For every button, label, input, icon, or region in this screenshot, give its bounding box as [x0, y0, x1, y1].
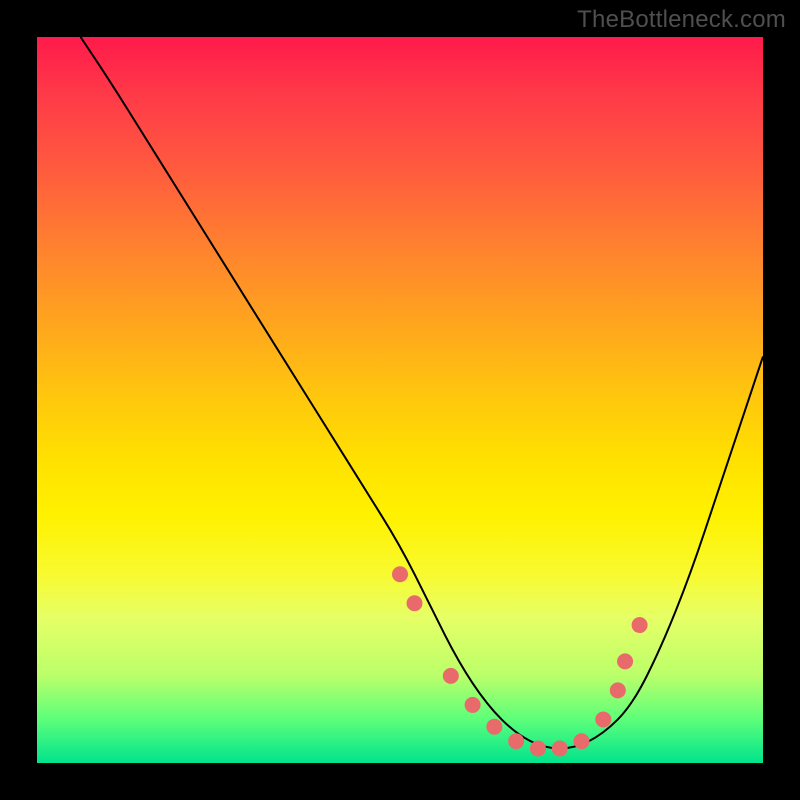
- marker-dot: [574, 733, 590, 749]
- markers-layer: [37, 37, 763, 763]
- marker-dot: [632, 617, 648, 633]
- marker-dots-group: [392, 566, 648, 756]
- marker-dot: [530, 740, 546, 756]
- marker-dot: [610, 682, 626, 698]
- chart-frame: TheBottleneck.com: [0, 0, 800, 800]
- marker-dot: [443, 668, 459, 684]
- marker-dot: [407, 595, 423, 611]
- marker-dot: [617, 653, 633, 669]
- marker-dot: [392, 566, 408, 582]
- marker-dot: [552, 740, 568, 756]
- marker-dot: [508, 733, 524, 749]
- watermark-text: TheBottleneck.com: [577, 6, 786, 34]
- plot-area: [37, 37, 763, 763]
- marker-dot: [595, 711, 611, 727]
- marker-dot: [465, 697, 481, 713]
- marker-dot: [486, 719, 502, 735]
